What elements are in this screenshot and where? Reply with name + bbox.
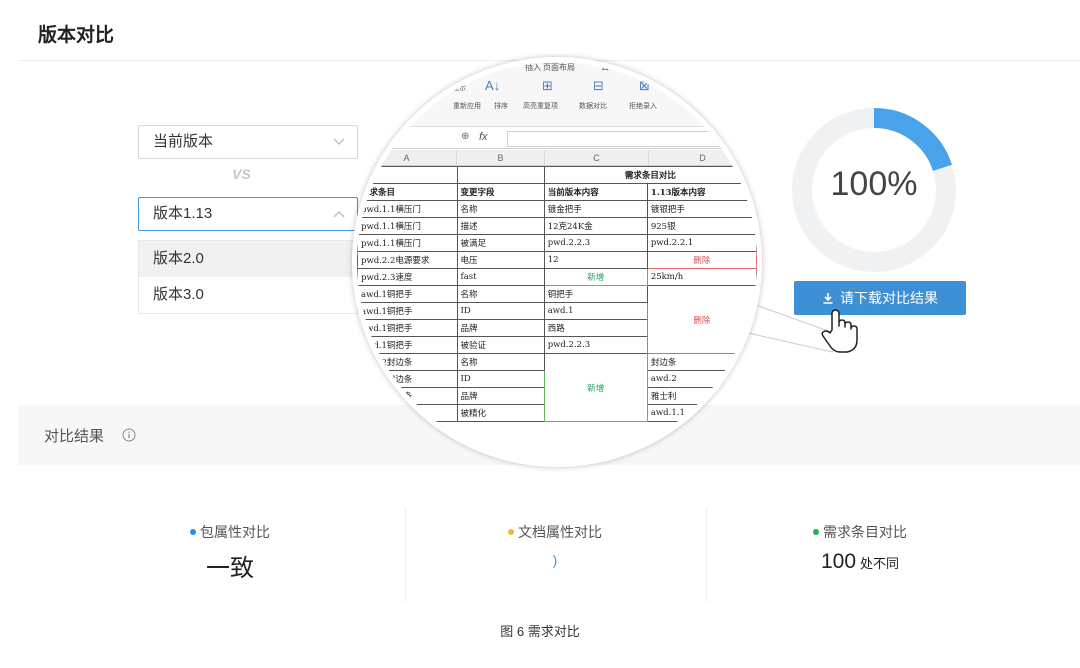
stat-label: 需求条目对比	[823, 524, 907, 540]
status-dot	[190, 529, 196, 536]
stat-unit: 处不同	[860, 556, 900, 571]
result-title: 对比结果	[44, 428, 105, 445]
stat-package-attributes: 包属性对比 一致	[130, 522, 330, 583]
current-version-value: 当前版本	[153, 133, 214, 150]
info-icon[interactable]	[122, 428, 136, 442]
target-version-select[interactable]: 版本1.13	[138, 197, 358, 231]
stat-divider	[405, 508, 406, 602]
loading-spinner: )	[552, 552, 558, 568]
magnifier-rim	[352, 57, 762, 467]
stat-document-attributes: 文档属性对比 )	[455, 522, 655, 568]
status-dot	[508, 529, 514, 536]
version-compare-page: 版本对比 当前版本 VS 版本1.13 版本2.0 版本3.0 100% 请下载…	[0, 0, 1080, 668]
stat-value: 100	[820, 550, 857, 573]
figure-caption: 图 6 需求对比	[500, 624, 580, 639]
current-version-select[interactable]: 当前版本	[138, 125, 358, 159]
stat-value: 一致	[206, 555, 254, 582]
hand-pointer-icon	[821, 309, 858, 353]
version-dropdown: 版本2.0 版本3.0	[138, 240, 358, 314]
status-dot	[813, 529, 819, 536]
chevron-up-icon	[331, 198, 347, 230]
stat-divider	[706, 508, 707, 602]
target-version-value: 版本1.13	[153, 205, 213, 222]
download-button-label: 请下载对比结果	[840, 290, 938, 306]
page-title: 版本对比	[38, 25, 115, 46]
progress-percent: 100%	[830, 165, 918, 203]
chevron-down-icon	[331, 126, 347, 158]
dropdown-option-version-2[interactable]: 版本2.0	[139, 241, 357, 277]
vs-label: VS	[232, 166, 251, 182]
stat-label: 文档属性对比	[518, 524, 602, 540]
stat-label: 包属性对比	[200, 524, 270, 540]
stat-requirement-items: 需求条目对比 100 处不同	[760, 522, 960, 574]
dropdown-option-version-3[interactable]: 版本3.0	[139, 277, 357, 313]
